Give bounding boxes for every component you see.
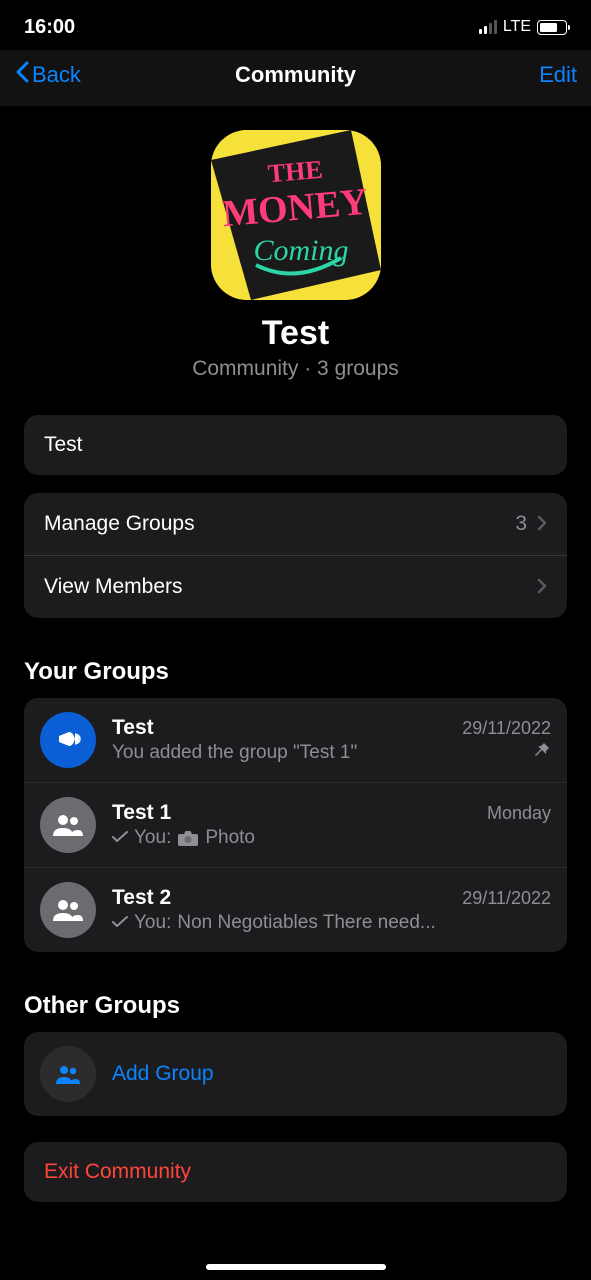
add-group-label: Add Group [112, 1062, 214, 1086]
group-row[interactable]: Test 1 Monday You: Photo [24, 782, 567, 867]
chevron-right-icon [537, 574, 547, 600]
exit-community-label: Exit Community [44, 1160, 547, 1184]
community-avatar[interactable]: THE MONEY Coming [211, 130, 381, 300]
status-bar: 16:00 LTE [0, 0, 591, 50]
description-text: Test [44, 433, 83, 457]
chevron-left-icon [14, 60, 30, 90]
navigation-bar: Back Community Edit [0, 50, 591, 106]
add-people-icon [40, 1046, 96, 1102]
view-members-row[interactable]: View Members [24, 555, 567, 618]
edit-button[interactable]: Edit [539, 62, 577, 88]
group-name: Test 2 [112, 886, 171, 910]
add-group-row[interactable]: Add Group [24, 1032, 567, 1116]
people-icon [40, 797, 96, 853]
back-button[interactable]: Back [14, 60, 81, 90]
settings-card: Manage Groups 3 View Members [24, 493, 567, 618]
back-label: Back [32, 62, 81, 88]
battery-icon [537, 20, 567, 35]
status-time: 16:00 [24, 16, 75, 39]
group-name: Test 1 [112, 801, 171, 825]
check-icon [112, 912, 128, 934]
manage-groups-label: Manage Groups [44, 512, 195, 536]
group-date: 29/11/2022 [462, 888, 551, 909]
group-name: Test [112, 716, 154, 740]
megaphone-icon [40, 712, 96, 768]
community-header: THE MONEY Coming Test Community · 3 grou… [0, 106, 591, 397]
check-icon [112, 827, 128, 849]
your-groups-list: Test 29/11/2022 You added the group "Tes… [24, 698, 567, 952]
avatar-image: THE MONEY Coming [211, 130, 381, 300]
view-members-label: View Members [44, 575, 183, 599]
people-icon [40, 882, 96, 938]
home-indicator[interactable] [206, 1264, 386, 1270]
network-label: LTE [503, 18, 531, 36]
your-groups-title: Your Groups [24, 658, 567, 686]
group-row-announcements[interactable]: Test 29/11/2022 You added the group "Tes… [24, 698, 567, 782]
manage-groups-row[interactable]: Manage Groups 3 [24, 493, 567, 555]
manage-groups-count: 3 [515, 512, 527, 536]
other-groups-list: Add Group [24, 1032, 567, 1116]
group-message: You: Photo [112, 827, 551, 849]
community-name: Test [262, 314, 329, 353]
other-groups-title: Other Groups [24, 992, 567, 1020]
signal-icon [479, 20, 497, 34]
camera-icon [177, 829, 199, 847]
exit-community-row[interactable]: Exit Community [24, 1142, 567, 1202]
status-indicators: LTE [479, 18, 567, 36]
group-message: You added the group "Test 1" [112, 742, 357, 764]
group-date: 29/11/2022 [462, 718, 551, 739]
group-message: You: Non Negotiables There need... [112, 912, 551, 934]
group-date: Monday [487, 803, 551, 824]
community-subtitle: Community · 3 groups [192, 357, 399, 381]
description-card[interactable]: Test [24, 415, 567, 475]
group-row[interactable]: Test 2 29/11/2022 You: Non Negotiables T… [24, 867, 567, 952]
svg-text:THE: THE [266, 155, 323, 189]
pin-icon [533, 741, 551, 764]
chevron-right-icon [537, 511, 547, 537]
page-title: Community [235, 62, 356, 88]
